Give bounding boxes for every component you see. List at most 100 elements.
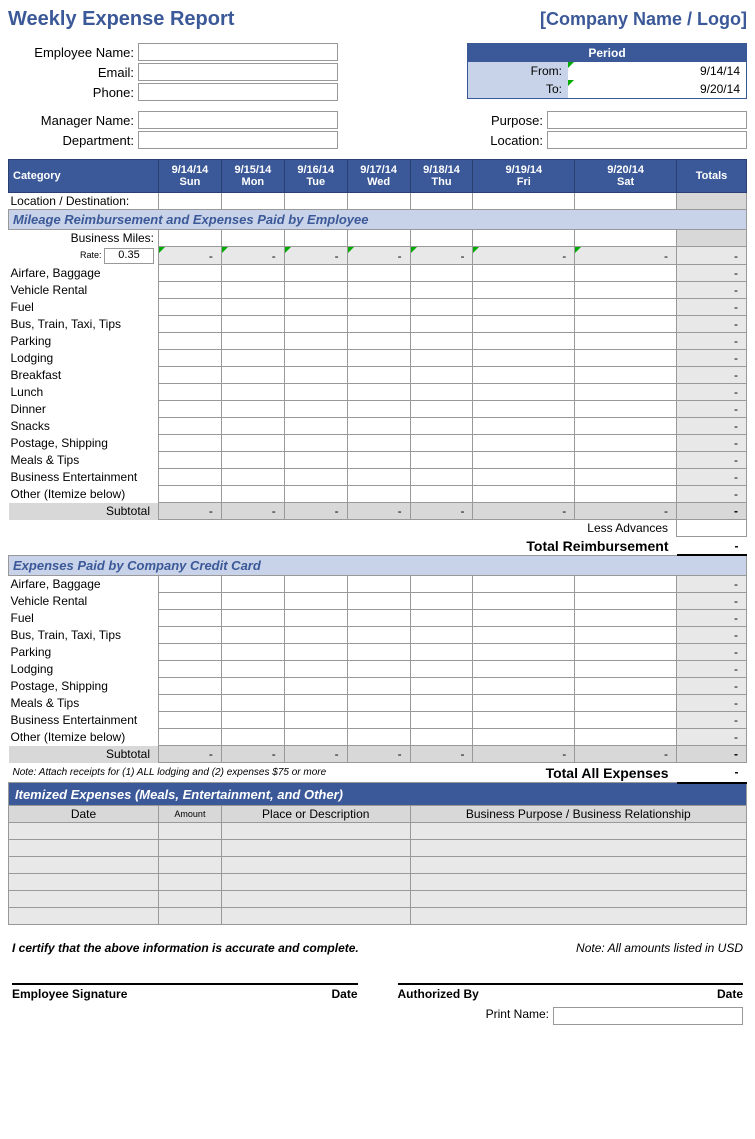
itemized-place-cell[interactable] xyxy=(221,839,410,856)
expense-cell[interactable] xyxy=(410,367,473,384)
expense-cell[interactable] xyxy=(159,695,222,712)
expense-cell[interactable] xyxy=(159,627,222,644)
itemized-purpose-cell[interactable] xyxy=(410,873,746,890)
expense-cell[interactable] xyxy=(473,678,575,695)
expense-cell[interactable] xyxy=(347,401,410,418)
expense-cell[interactable] xyxy=(410,695,473,712)
itemized-amount-cell[interactable] xyxy=(159,890,222,907)
expense-cell[interactable] xyxy=(159,661,222,678)
itemized-amount-cell[interactable] xyxy=(159,839,222,856)
expense-cell[interactable] xyxy=(159,265,222,282)
expense-cell[interactable] xyxy=(221,316,284,333)
location-input[interactable] xyxy=(547,131,747,149)
expense-cell[interactable] xyxy=(473,644,575,661)
itemized-place-cell[interactable] xyxy=(221,856,410,873)
expense-cell[interactable] xyxy=(347,610,410,627)
expense-cell[interactable] xyxy=(159,712,222,729)
expense-cell[interactable] xyxy=(284,282,347,299)
department-input[interactable] xyxy=(138,131,338,149)
expense-cell[interactable] xyxy=(410,661,473,678)
itemized-date-cell[interactable] xyxy=(9,822,159,839)
expense-cell[interactable] xyxy=(575,350,677,367)
expense-cell[interactable] xyxy=(347,418,410,435)
expense-cell[interactable] xyxy=(284,265,347,282)
expense-cell[interactable] xyxy=(575,265,677,282)
period-to-value[interactable]: 9/20/14 xyxy=(568,80,746,98)
expense-cell[interactable] xyxy=(575,576,677,593)
expense-cell[interactable] xyxy=(473,729,575,746)
expense-cell[interactable] xyxy=(575,610,677,627)
itemized-purpose-cell[interactable] xyxy=(410,907,746,924)
expense-cell[interactable] xyxy=(410,593,473,610)
expense-cell[interactable] xyxy=(159,282,222,299)
expense-cell[interactable] xyxy=(284,695,347,712)
expense-cell[interactable] xyxy=(284,316,347,333)
itemized-place-cell[interactable] xyxy=(221,890,410,907)
expense-cell[interactable] xyxy=(473,401,575,418)
phone-input[interactable] xyxy=(138,83,338,101)
expense-cell[interactable] xyxy=(159,729,222,746)
expense-cell[interactable] xyxy=(159,610,222,627)
itemized-date-cell[interactable] xyxy=(9,873,159,890)
expense-cell[interactable] xyxy=(221,712,284,729)
expense-cell[interactable] xyxy=(347,333,410,350)
expense-cell[interactable] xyxy=(473,193,575,210)
expense-cell[interactable] xyxy=(410,282,473,299)
expense-cell[interactable] xyxy=(410,230,473,247)
itemized-place-cell[interactable] xyxy=(221,822,410,839)
expense-cell[interactable] xyxy=(347,469,410,486)
expense-cell[interactable] xyxy=(284,469,347,486)
itemized-amount-cell[interactable] xyxy=(159,822,222,839)
expense-cell[interactable] xyxy=(347,661,410,678)
expense-cell[interactable] xyxy=(473,265,575,282)
expense-cell[interactable] xyxy=(284,678,347,695)
expense-cell[interactable] xyxy=(221,282,284,299)
expense-cell[interactable] xyxy=(473,627,575,644)
expense-cell[interactable] xyxy=(159,452,222,469)
expense-cell[interactable] xyxy=(473,712,575,729)
expense-cell[interactable] xyxy=(410,299,473,316)
expense-cell[interactable] xyxy=(284,367,347,384)
expense-cell[interactable] xyxy=(284,299,347,316)
expense-cell[interactable] xyxy=(347,299,410,316)
expense-cell[interactable] xyxy=(159,384,222,401)
expense-cell[interactable] xyxy=(473,661,575,678)
expense-cell[interactable] xyxy=(159,486,222,503)
expense-cell[interactable] xyxy=(575,435,677,452)
expense-cell[interactable] xyxy=(221,418,284,435)
itemized-place-cell[interactable] xyxy=(221,907,410,924)
expense-cell[interactable] xyxy=(221,695,284,712)
expense-cell[interactable] xyxy=(473,486,575,503)
expense-cell[interactable] xyxy=(575,644,677,661)
itemized-date-cell[interactable] xyxy=(9,890,159,907)
expense-cell[interactable] xyxy=(575,333,677,350)
expense-cell[interactable] xyxy=(221,593,284,610)
expense-cell[interactable] xyxy=(159,576,222,593)
expense-cell[interactable] xyxy=(473,695,575,712)
expense-cell[interactable] xyxy=(284,610,347,627)
expense-cell[interactable] xyxy=(221,401,284,418)
expense-cell[interactable] xyxy=(221,435,284,452)
expense-cell[interactable] xyxy=(473,576,575,593)
expense-cell[interactable] xyxy=(473,230,575,247)
expense-cell[interactable] xyxy=(473,469,575,486)
expense-cell[interactable] xyxy=(284,418,347,435)
expense-cell[interactable] xyxy=(284,401,347,418)
expense-cell[interactable] xyxy=(159,350,222,367)
expense-cell[interactable] xyxy=(159,367,222,384)
expense-cell[interactable] xyxy=(410,576,473,593)
expense-cell[interactable] xyxy=(221,729,284,746)
expense-cell[interactable] xyxy=(575,299,677,316)
expense-cell[interactable] xyxy=(575,486,677,503)
expense-cell[interactable] xyxy=(347,576,410,593)
itemized-amount-cell[interactable] xyxy=(159,873,222,890)
itemized-purpose-cell[interactable] xyxy=(410,890,746,907)
expense-cell[interactable] xyxy=(575,384,677,401)
expense-cell[interactable] xyxy=(284,627,347,644)
itemized-purpose-cell[interactable] xyxy=(410,839,746,856)
expense-cell[interactable] xyxy=(159,230,222,247)
expense-cell[interactable] xyxy=(473,452,575,469)
rate-input[interactable]: 0.35 xyxy=(104,248,154,264)
expense-cell[interactable] xyxy=(575,193,677,210)
manager-input[interactable] xyxy=(138,111,338,129)
